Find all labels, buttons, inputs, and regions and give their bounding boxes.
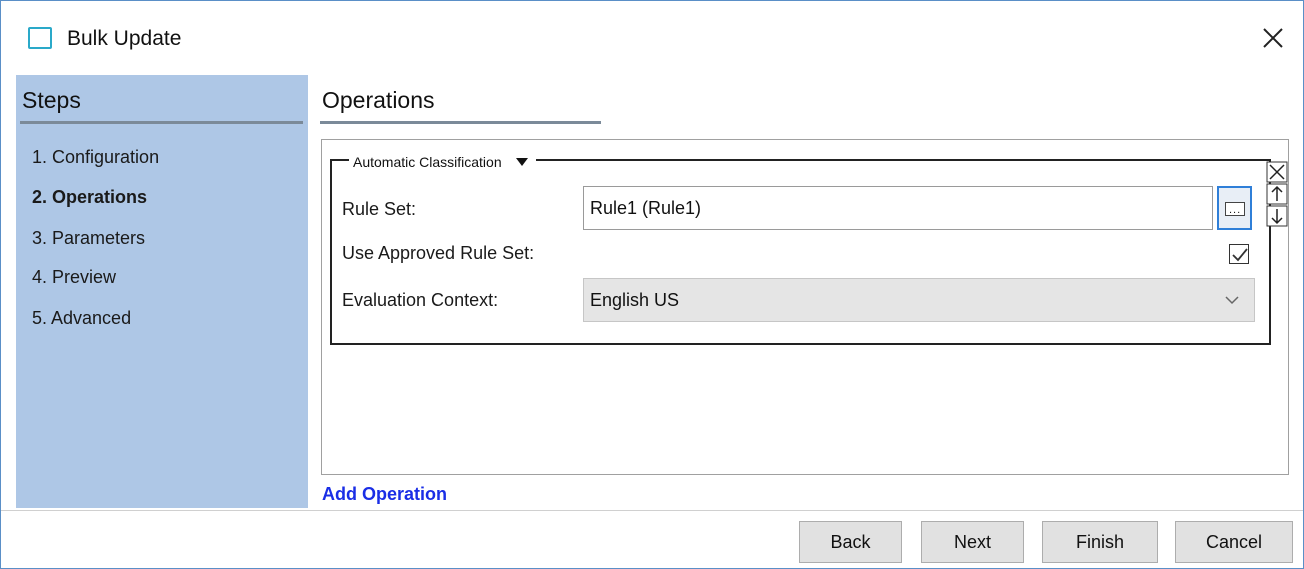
chevron-down-icon [1225,296,1239,305]
remove-operation-button[interactable] [1266,161,1288,183]
rule-set-label: Rule Set: [342,199,417,219]
add-operation-link[interactable]: Add Operation [322,484,447,505]
close-button[interactable] [1253,21,1293,57]
operation-type-dropdown[interactable]: Automatic Classification [349,153,536,171]
window-title: Bulk Update [67,27,182,50]
caret-down-icon [515,158,528,166]
move-down-button[interactable] [1266,205,1288,227]
step-operations[interactable]: 2. Operations [32,187,147,208]
step-advanced[interactable]: 5. Advanced [32,308,131,329]
title-divider [320,121,601,124]
title-bar: Bulk Update [1,1,1303,75]
evaluation-context-select[interactable]: English US [583,278,1255,322]
page-title: Operations [322,87,435,113]
finish-button[interactable]: Finish [1042,521,1158,563]
rule-set-input[interactable] [583,186,1213,230]
next-button[interactable]: Next [921,521,1024,563]
close-icon [1263,28,1283,48]
evaluation-context-label: Evaluation Context: [342,290,499,310]
bulk-update-dialog: Bulk Update Steps 1. Configuration 2. Op… [0,0,1304,569]
step-parameters[interactable]: 3. Parameters [32,228,145,249]
move-up-button[interactable] [1266,183,1288,205]
steps-sidebar: Steps [16,75,308,508]
step-configuration[interactable]: 1. Configuration [32,147,159,168]
back-button[interactable]: Back [799,521,902,563]
step-preview[interactable]: 4. Preview [32,267,116,288]
footer-divider [1,510,1303,511]
move-up-icon [1266,183,1288,205]
rule-set-browse-button[interactable]: ... [1217,186,1252,230]
use-approved-checkbox[interactable] [1229,244,1249,264]
move-down-icon [1266,205,1288,227]
cancel-button[interactable]: Cancel [1175,521,1293,563]
sidebar-divider [20,121,303,124]
window-icon [28,27,52,49]
sidebar-title: Steps [22,87,81,113]
operation-type-label: Automatic Classification [353,154,502,170]
remove-icon [1266,161,1288,183]
ellipsis-icon: ... [1225,202,1245,216]
checkmark-icon [1232,248,1248,262]
evaluation-context-value: English US [590,290,680,310]
use-approved-label: Use Approved Rule Set: [342,243,535,263]
